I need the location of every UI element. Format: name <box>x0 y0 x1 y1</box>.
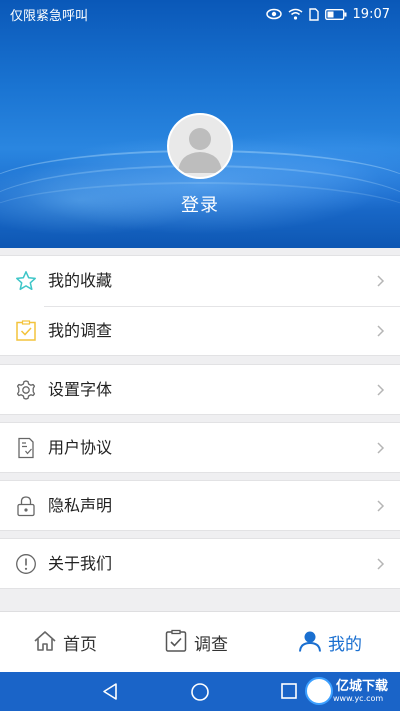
profile-header: 仅限紧急呼叫 19:07 登录 <box>0 0 400 248</box>
menu-group-privacy: 隐私声明 <box>0 480 400 531</box>
chevron-right-icon <box>376 556 386 572</box>
menu-item-label: 设置字体 <box>48 380 113 399</box>
menu-item-about-us[interactable]: 关于我们 <box>0 539 400 589</box>
default-avatar-icon <box>178 128 222 173</box>
status-bar: 仅限紧急呼叫 19:07 <box>0 0 400 28</box>
lock-icon <box>15 495 37 517</box>
survey-check-icon <box>15 320 37 342</box>
watermark-logo: 亿城下载 www.yc.com <box>305 674 398 708</box>
watermark-subtitle: www.yc.com <box>333 693 384 703</box>
battery-icon <box>324 8 347 20</box>
chevron-right-icon <box>376 382 386 398</box>
bottom-tab-bar: 首页 调查 我的 <box>0 611 400 672</box>
tab-survey[interactable]: 调查 <box>164 612 228 673</box>
status-time: 19:07 <box>352 6 390 22</box>
tab-home[interactable]: 首页 <box>33 612 97 673</box>
menu-group-agreement: 用户协议 <box>0 422 400 473</box>
menu-item-label: 我的调查 <box>48 321 113 340</box>
tab-mine[interactable]: 我的 <box>298 612 362 673</box>
menu-item-my-surveys[interactable]: 我的调查 <box>0 306 400 356</box>
chevron-right-icon <box>376 440 386 456</box>
menu-item-label: 关于我们 <box>48 554 113 573</box>
menu-item-user-agreement[interactable]: 用户协议 <box>0 423 400 473</box>
tab-label: 调查 <box>194 635 228 655</box>
home-icon <box>33 629 57 657</box>
menu-group-font: 设置字体 <box>0 364 400 415</box>
chevron-right-icon <box>376 498 386 514</box>
document-icon <box>15 437 37 459</box>
menu-item-label: 用户协议 <box>48 438 113 457</box>
survey-icon <box>164 629 188 657</box>
home-circle-icon[interactable] <box>190 682 210 706</box>
watermark-title: 亿城下载 <box>336 678 389 694</box>
menu-item-favorites[interactable]: 我的收藏 <box>0 256 400 306</box>
chevron-right-icon <box>376 323 386 339</box>
menu-group-about: 关于我们 <box>0 538 400 589</box>
wifi-icon <box>288 8 303 20</box>
gear-icon <box>15 379 37 401</box>
menu-item-privacy-statement[interactable]: 隐私声明 <box>0 481 400 531</box>
sim-icon <box>308 7 319 21</box>
menu-item-label: 隐私声明 <box>48 496 113 515</box>
info-icon <box>15 553 37 575</box>
menu-item-label: 我的收藏 <box>48 271 113 290</box>
back-icon[interactable] <box>101 682 119 705</box>
tab-label: 我的 <box>328 635 362 655</box>
status-carrier-text: 仅限紧急呼叫 <box>10 8 89 24</box>
row-divider <box>44 306 400 307</box>
eye-icon <box>265 8 282 20</box>
menu-item-font-settings[interactable]: 设置字体 <box>0 365 400 415</box>
recents-icon[interactable] <box>280 682 298 704</box>
chevron-right-icon <box>376 273 386 289</box>
user-icon <box>298 629 322 657</box>
watermark-circle-icon <box>305 677 333 705</box>
menu-group-personal: 我的收藏 我的调查 <box>0 255 400 356</box>
tab-label: 首页 <box>63 635 97 655</box>
avatar[interactable] <box>167 113 233 179</box>
star-icon <box>15 270 37 292</box>
login-link[interactable]: 登录 <box>0 191 400 217</box>
